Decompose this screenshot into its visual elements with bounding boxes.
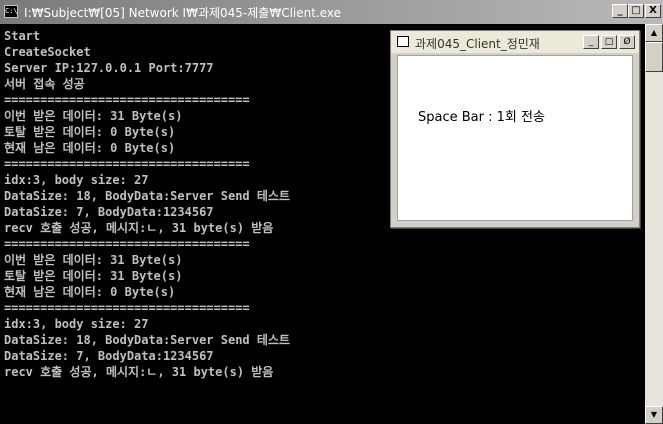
console-app-icon[interactable]: C:\ [4, 5, 18, 18]
console-line: 토탈 받은 데이터: 31 Byte(s) [4, 269, 183, 283]
client-maximize-button[interactable]: □ [601, 35, 617, 49]
client-titlebar[interactable]: 과제045_Client_정민재 _ □ Ø [391, 31, 639, 53]
maximize-button[interactable]: □ [628, 4, 644, 18]
console-line: ================================== [4, 93, 250, 107]
console-line: Start [4, 29, 41, 43]
console-line: ================================== [4, 301, 250, 315]
console-line: idx:3, body size: 27 [4, 317, 149, 331]
vertical-scrollbar[interactable]: ▲ ▼ [645, 24, 663, 424]
console-titlebar[interactable]: C:\ I:₩Subject₩[05] Network I₩과제045-제출₩C… [0, 0, 663, 24]
console-line: CreateSocket [4, 45, 91, 59]
client-close-button[interactable]: Ø [619, 35, 635, 49]
window-icon[interactable] [397, 36, 409, 47]
client-window[interactable]: 과제045_Client_정민재 _ □ Ø Space Bar : 1회 전송 [390, 30, 640, 228]
console-lines: Start CreateSocket Server IP:127.0.0.1 P… [4, 28, 290, 380]
console-line: DataSize: 18, BodyData:Server Send 테스트 [4, 189, 290, 203]
scroll-thumb[interactable] [645, 42, 663, 72]
client-content-area: Space Bar : 1회 전송 [397, 55, 633, 221]
console-line: DataSize: 18, BodyData:Server Send 테스트 [4, 333, 290, 347]
console-line: 현재 남은 데이터: 0 Byte(s) [4, 141, 176, 155]
send-status-text: Space Bar : 1회 전송 [418, 110, 545, 125]
console-line: 토탈 받은 데이터: 0 Byte(s) [4, 125, 176, 139]
client-minimize-button[interactable]: _ [583, 35, 599, 49]
minimize-button[interactable]: _ [612, 4, 628, 18]
console-line: 이번 받은 데이터: 31 Byte(s) [4, 109, 183, 123]
scroll-down-icon[interactable]: ▼ [645, 406, 663, 424]
console-window-title: I:₩Subject₩[05] Network I₩과제045-제출₩Clien… [24, 6, 342, 20]
console-line: recv 호출 성공, 메시지:ㄴ, 31 byte(s) 받음 [4, 221, 274, 235]
console-line: idx:3, body size: 27 [4, 173, 149, 187]
console-line: DataSize: 7, BodyData:1234567 [4, 349, 214, 363]
console-line: 서버 접속 성공 [4, 77, 85, 91]
console-line: DataSize: 7, BodyData:1234567 [4, 205, 214, 219]
console-line: 현재 남은 데이터: 0 Byte(s) [4, 285, 176, 299]
client-window-title: 과제045_Client_정민재 [415, 37, 540, 51]
close-button[interactable]: X [645, 4, 661, 18]
scroll-up-icon[interactable]: ▲ [645, 24, 663, 42]
console-line: Server IP:127.0.0.1 Port:7777 [4, 61, 214, 75]
console-line: ================================== [4, 237, 250, 251]
console-line: ================================== [4, 157, 250, 171]
console-line: recv 호출 성공, 메시지:ㄴ, 31 byte(s) 받음 [4, 365, 274, 379]
console-line: 이번 받은 데이터: 31 Byte(s) [4, 253, 183, 267]
